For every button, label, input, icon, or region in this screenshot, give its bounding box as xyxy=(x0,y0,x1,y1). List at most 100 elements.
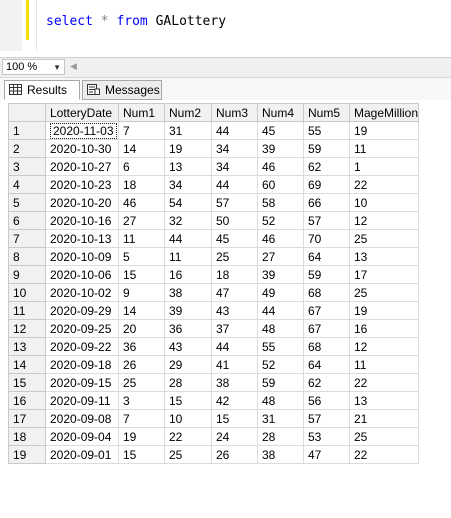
table-cell[interactable]: 37 xyxy=(211,319,258,338)
table-cell[interactable]: 58 xyxy=(257,193,304,212)
table-cell[interactable]: 25 xyxy=(348,427,420,446)
table-cell[interactable]: 13 xyxy=(348,247,420,266)
row-number[interactable]: 10 xyxy=(8,283,46,302)
table-cell[interactable]: 27 xyxy=(118,211,165,230)
table-cell[interactable]: 67 xyxy=(303,319,350,338)
table-cell[interactable]: 59 xyxy=(257,373,304,392)
table-cell-lottery-date[interactable]: 2020-09-22 xyxy=(45,337,119,356)
table-cell-lottery-date[interactable]: 2020-09-25 xyxy=(45,319,119,338)
tab-messages[interactable]: Messages xyxy=(82,80,162,100)
table-cell[interactable]: 55 xyxy=(303,121,350,140)
table-cell[interactable]: 13 xyxy=(348,391,420,410)
table-cell[interactable]: 59 xyxy=(303,265,350,284)
table-cell[interactable]: 39 xyxy=(257,139,304,158)
row-number[interactable]: 9 xyxy=(8,265,46,284)
table-row[interactable]: 15 2020-09-15 25 28 38 59 62 22 xyxy=(8,373,420,392)
row-number[interactable]: 7 xyxy=(8,229,46,248)
table-cell[interactable]: 41 xyxy=(211,355,258,374)
tab-results[interactable]: Results xyxy=(4,80,80,100)
table-cell[interactable]: 43 xyxy=(164,337,212,356)
row-number[interactable]: 18 xyxy=(8,427,46,446)
table-cell[interactable]: 25 xyxy=(348,229,420,248)
table-row[interactable]: 16 2020-09-11 3 15 42 48 56 13 xyxy=(8,391,420,410)
table-cell[interactable]: 19 xyxy=(164,139,212,158)
table-row[interactable]: 18 2020-09-04 19 22 24 28 53 25 xyxy=(8,427,420,446)
table-cell[interactable]: 25 xyxy=(348,283,420,302)
table-cell[interactable]: 48 xyxy=(257,391,304,410)
table-row[interactable]: 5 2020-10-20 46 54 57 58 66 10 xyxy=(8,193,420,212)
results-grid[interactable]: LotteryDate Num1 Num2 Num3 Num4 Num5 Mag… xyxy=(8,103,420,464)
row-number[interactable]: 5 xyxy=(8,193,46,212)
table-cell[interactable]: 52 xyxy=(257,211,304,230)
table-cell[interactable]: 21 xyxy=(348,409,420,428)
table-cell[interactable]: 24 xyxy=(211,427,258,446)
table-cell[interactable]: 46 xyxy=(257,229,304,248)
column-header[interactable]: Num1 xyxy=(118,103,165,122)
query-editor[interactable]: select * from GALottery xyxy=(0,0,451,51)
table-cell[interactable]: 11 xyxy=(348,355,420,374)
table-cell[interactable]: 5 xyxy=(118,247,165,266)
table-cell[interactable]: 20 xyxy=(118,319,165,338)
table-cell[interactable]: 25 xyxy=(164,445,212,464)
table-row[interactable]: 6 2020-10-16 27 32 50 52 57 12 xyxy=(8,211,420,230)
table-cell[interactable]: 38 xyxy=(257,445,304,464)
table-cell[interactable]: 45 xyxy=(257,121,304,140)
table-cell[interactable]: 52 xyxy=(257,355,304,374)
table-cell[interactable]: 62 xyxy=(303,373,350,392)
table-cell[interactable]: 50 xyxy=(211,211,258,230)
row-number[interactable]: 19 xyxy=(8,445,46,464)
table-cell-lottery-date[interactable]: 2020-09-04 xyxy=(45,427,119,446)
table-cell[interactable]: 11 xyxy=(118,229,165,248)
table-cell-lottery-date[interactable]: 2020-09-15 xyxy=(45,373,119,392)
table-cell[interactable]: 55 xyxy=(257,337,304,356)
table-row[interactable]: 9 2020-10-06 15 16 18 39 59 17 xyxy=(8,265,420,284)
table-cell[interactable]: 64 xyxy=(303,355,350,374)
table-cell[interactable]: 66 xyxy=(303,193,350,212)
table-cell[interactable]: 42 xyxy=(211,391,258,410)
table-cell[interactable]: 28 xyxy=(164,373,212,392)
table-cell-lottery-date[interactable]: 2020-10-09 xyxy=(45,247,119,266)
table-cell[interactable]: 60 xyxy=(257,175,304,194)
table-cell[interactable]: 59 xyxy=(303,139,350,158)
table-cell[interactable]: 62 xyxy=(303,157,350,176)
table-cell-lottery-date[interactable]: 2020-10-30 xyxy=(45,139,119,158)
table-row[interactable]: 3 2020-10-27 6 13 34 46 62 1 xyxy=(8,157,420,176)
row-number[interactable]: 13 xyxy=(8,337,46,356)
row-number[interactable]: 1 xyxy=(8,121,46,140)
column-header[interactable]: LotteryDate xyxy=(45,103,119,122)
table-cell-lottery-date[interactable]: 2020-10-02 xyxy=(45,283,119,302)
column-header[interactable]: Num2 xyxy=(164,103,212,122)
row-number[interactable]: 17 xyxy=(8,409,46,428)
row-number[interactable]: 15 xyxy=(8,373,46,392)
table-cell[interactable]: 22 xyxy=(164,427,212,446)
table-cell[interactable]: 15 xyxy=(118,445,165,464)
table-cell[interactable]: 36 xyxy=(164,319,212,338)
table-cell[interactable]: 57 xyxy=(303,409,350,428)
row-number[interactable]: 6 xyxy=(8,211,46,230)
table-row[interactable]: 10 2020-10-02 9 38 47 49 68 25 xyxy=(8,283,420,302)
sql-code-line[interactable]: select * from GALottery xyxy=(46,14,226,29)
table-cell[interactable]: 70 xyxy=(303,229,350,248)
row-number[interactable]: 14 xyxy=(8,355,46,374)
table-cell[interactable]: 67 xyxy=(303,301,350,320)
table-cell[interactable]: 29 xyxy=(164,355,212,374)
table-cell[interactable]: 12 xyxy=(348,211,420,230)
table-cell[interactable]: 3 xyxy=(118,391,165,410)
table-cell[interactable]: 38 xyxy=(164,283,212,302)
zoom-select[interactable]: 100 % ▼ xyxy=(2,59,65,75)
row-number[interactable]: 11 xyxy=(8,301,46,320)
row-number[interactable]: 12 xyxy=(8,319,46,338)
table-cell[interactable]: 10 xyxy=(348,193,420,212)
table-cell[interactable]: 7 xyxy=(118,121,165,140)
table-row[interactable]: 2 2020-10-30 14 19 34 39 59 11 xyxy=(8,139,420,158)
table-cell[interactable]: 39 xyxy=(164,301,212,320)
table-cell[interactable]: 6 xyxy=(118,157,165,176)
table-row[interactable]: 7 2020-10-13 11 44 45 46 70 25 xyxy=(8,229,420,248)
table-cell[interactable]: 44 xyxy=(257,301,304,320)
table-cell[interactable]: 69 xyxy=(303,175,350,194)
table-cell[interactable]: 19 xyxy=(348,121,420,140)
table-cell[interactable]: 14 xyxy=(118,301,165,320)
table-cell[interactable]: 64 xyxy=(303,247,350,266)
column-header[interactable]: Num5 xyxy=(303,103,350,122)
table-cell-lottery-date[interactable]: 2020-10-13 xyxy=(45,229,119,248)
